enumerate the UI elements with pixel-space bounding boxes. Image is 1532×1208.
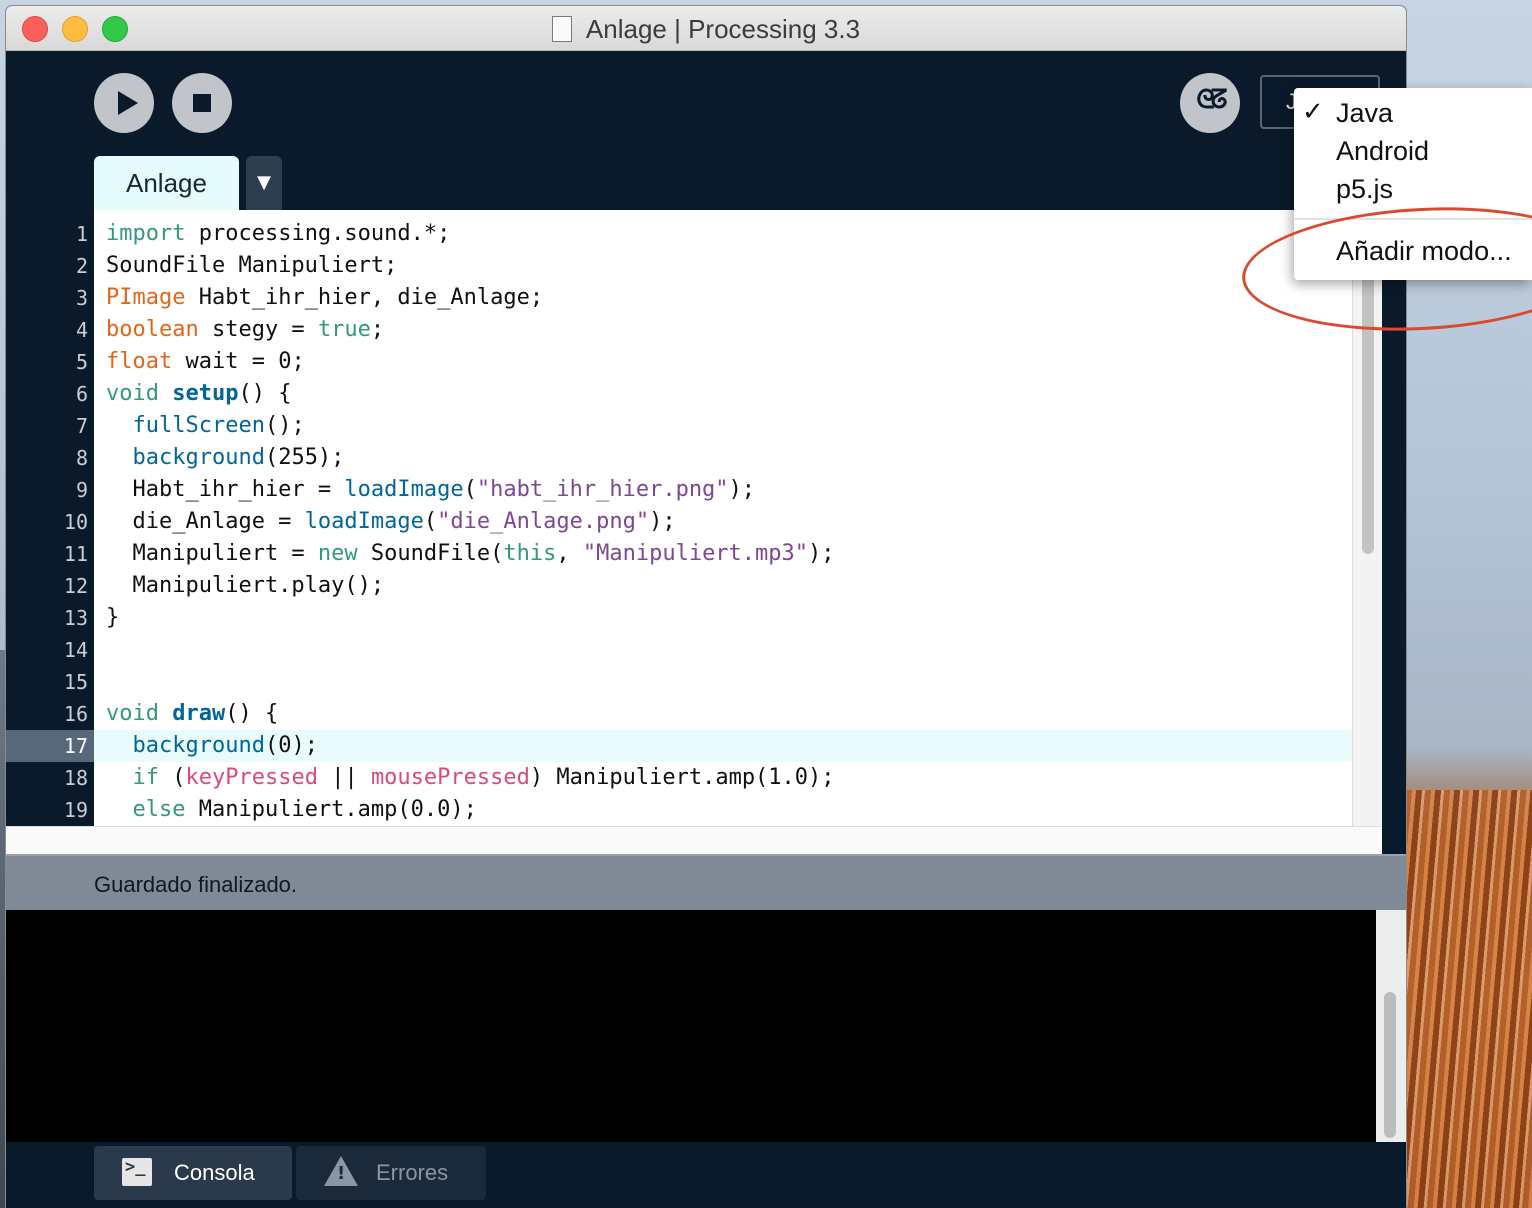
code-line[interactable]: 14	[6, 634, 1352, 666]
code-line[interactable]: 15	[6, 666, 1352, 698]
code-line[interactable]: 11 Manipuliert = new SoundFile(this, "Ma…	[6, 538, 1352, 570]
code-line[interactable]: 19 else Manipuliert.amp(0.0);	[6, 794, 1352, 826]
code-text: if (keyPressed || mousePressed) Manipuli…	[132, 765, 835, 790]
code-text: Manipuliert = new SoundFile(this, "Manip…	[106, 541, 835, 566]
code-text: PImage Habt_ihr_hier, die_Anlage;	[106, 285, 544, 310]
code-text: void setup() {	[106, 381, 292, 406]
line-number: 15	[63, 670, 88, 694]
code-text: }	[106, 605, 120, 630]
code-text: import processing.sound.*;	[106, 221, 451, 246]
code-editor[interactable]: 1 import processing.sound.*; 2 SoundFile Ma…	[6, 210, 1382, 826]
code-text: else Manipuliert.amp(0.0);	[132, 797, 477, 822]
code-text: void draw() {	[106, 701, 279, 726]
line-number: 18	[63, 766, 88, 790]
code-text: background(0);	[132, 733, 318, 758]
code-text: Habt_ihr_hier = loadImage("habt_ihr_hier…	[106, 477, 756, 502]
code-text: fullScreen();	[132, 413, 305, 438]
processing-window: Anlage | Processing 3.3 ᘓᘔ J Anlage ▼ 1i…	[6, 6, 1406, 1208]
code-line[interactable]: 18 if (keyPressed || mousePressed) Manip…	[6, 762, 1352, 794]
code-line[interactable]: 2 SoundFile Manipuliert;	[6, 250, 1352, 282]
code-line[interactable]: 12 Manipuliert.play();	[6, 570, 1352, 602]
footer-tabs: Consola Errores	[6, 1142, 1406, 1208]
menu-item-add-mode[interactable]: Añadir modo...	[1294, 234, 1532, 272]
menu-item-java[interactable]: ✓ Java	[1294, 96, 1532, 134]
line-number: 5	[75, 350, 88, 374]
status-bar: Guardado finalizado.	[6, 854, 1406, 912]
code-text: float wait = 0;	[106, 349, 305, 374]
line-number: 7	[75, 414, 88, 438]
line-number: 3	[75, 286, 88, 310]
line-number: 13	[63, 606, 88, 630]
line-number: 8	[75, 446, 88, 470]
debug-button[interactable]: ᘓᘔ	[1180, 73, 1240, 133]
line-number: 17	[6, 730, 94, 762]
debugger-icon: ᘓᘔ	[1196, 85, 1227, 115]
line-number: 14	[63, 638, 88, 662]
line-number: 12	[63, 574, 88, 598]
editor-horizontal-scrollbar[interactable]	[6, 826, 1382, 855]
line-number: 1	[75, 222, 88, 246]
code-line[interactable]: 9 Habt_ihr_hier = loadImage("habt_ihr_hi…	[6, 474, 1352, 506]
line-number: 19	[63, 798, 88, 822]
code-line[interactable]: 10 die_Anlage = loadImage("die_Anlage.pn…	[6, 506, 1352, 538]
terminal-icon	[122, 1157, 152, 1186]
menu-item-java-label: Java	[1336, 98, 1394, 128]
menu-item-p5js-label: p5.js	[1336, 174, 1394, 204]
wallpaper-cliff	[1406, 790, 1532, 1208]
checkmark-icon: ✓	[1302, 96, 1324, 126]
menu-item-android[interactable]: Android	[1294, 134, 1532, 172]
line-number: 16	[63, 702, 88, 726]
code-line[interactable]: 16 void draw() {	[6, 698, 1352, 730]
menu-separator	[1294, 218, 1532, 220]
code-line[interactable]: 5 float wait = 0;	[6, 346, 1352, 378]
warning-icon	[324, 1156, 358, 1186]
run-button[interactable]	[94, 73, 154, 133]
code-line[interactable]: 3 PImage Habt_ihr_hier, die_Anlage;	[6, 282, 1352, 314]
code-text: Manipuliert.play();	[106, 573, 385, 598]
console-tab-label: Consola	[174, 1160, 255, 1185]
sketch-tab-bar: Anlage ▼	[6, 156, 1406, 210]
editor-vertical-scrollbar[interactable]	[1352, 210, 1382, 826]
code-text: boolean stegy = true;	[106, 317, 385, 342]
line-number: 11	[63, 542, 88, 566]
code-text: die_Anlage = loadImage("die_Anlage.png")…	[106, 509, 676, 534]
console-tab[interactable]: Consola	[94, 1146, 292, 1200]
code-line[interactable]: 4 boolean stegy = true;	[6, 314, 1352, 346]
code-text: SoundFile Manipuliert;	[106, 253, 398, 278]
line-number: 9	[75, 478, 88, 502]
code-line[interactable]: 8 background(255);	[6, 442, 1352, 474]
tab-anlage[interactable]: Anlage	[94, 156, 239, 210]
code-text: background(255);	[132, 445, 345, 470]
mode-dropdown-menu: ✓ Java Android p5.js Añadir modo...	[1294, 88, 1532, 280]
code-line[interactable]: 1 import processing.sound.*;	[6, 218, 1352, 250]
errors-tab[interactable]: Errores	[296, 1146, 486, 1200]
menu-item-android-label: Android	[1336, 136, 1430, 166]
tab-menu-button[interactable]: ▼	[246, 156, 282, 210]
stop-button[interactable]	[172, 73, 232, 133]
window-title: Anlage | Processing 3.3	[585, 14, 861, 44]
menu-item-p5js[interactable]: p5.js	[1294, 172, 1532, 210]
console-output[interactable]	[6, 910, 1406, 1142]
code-line[interactable]: 6 void setup() {	[6, 378, 1352, 410]
code-line[interactable]: 13}	[6, 602, 1352, 634]
line-number: 2	[75, 254, 88, 278]
document-icon	[551, 16, 572, 42]
line-number: 4	[75, 318, 88, 342]
line-number: 10	[63, 510, 88, 534]
code-lines: 1 import processing.sound.*; 2 SoundFile Ma…	[6, 218, 1352, 826]
errors-tab-label: Errores	[376, 1160, 449, 1185]
console-scroll-thumb[interactable]	[1384, 992, 1396, 1138]
console-scrollbar[interactable]	[1376, 910, 1406, 1142]
code-line[interactable]: 17 background(0);	[6, 730, 1352, 762]
title-bar: Anlage | Processing 3.3	[6, 6, 1406, 51]
line-number: 6	[75, 382, 88, 406]
window-title-container: Anlage | Processing 3.3	[6, 14, 1406, 45]
toolbar: ᘓᘔ J	[6, 51, 1406, 161]
status-message: Guardado finalizado.	[94, 872, 298, 897]
code-line[interactable]: 7 fullScreen();	[6, 410, 1352, 442]
menu-item-add-mode-label: Añadir modo...	[1336, 236, 1512, 266]
